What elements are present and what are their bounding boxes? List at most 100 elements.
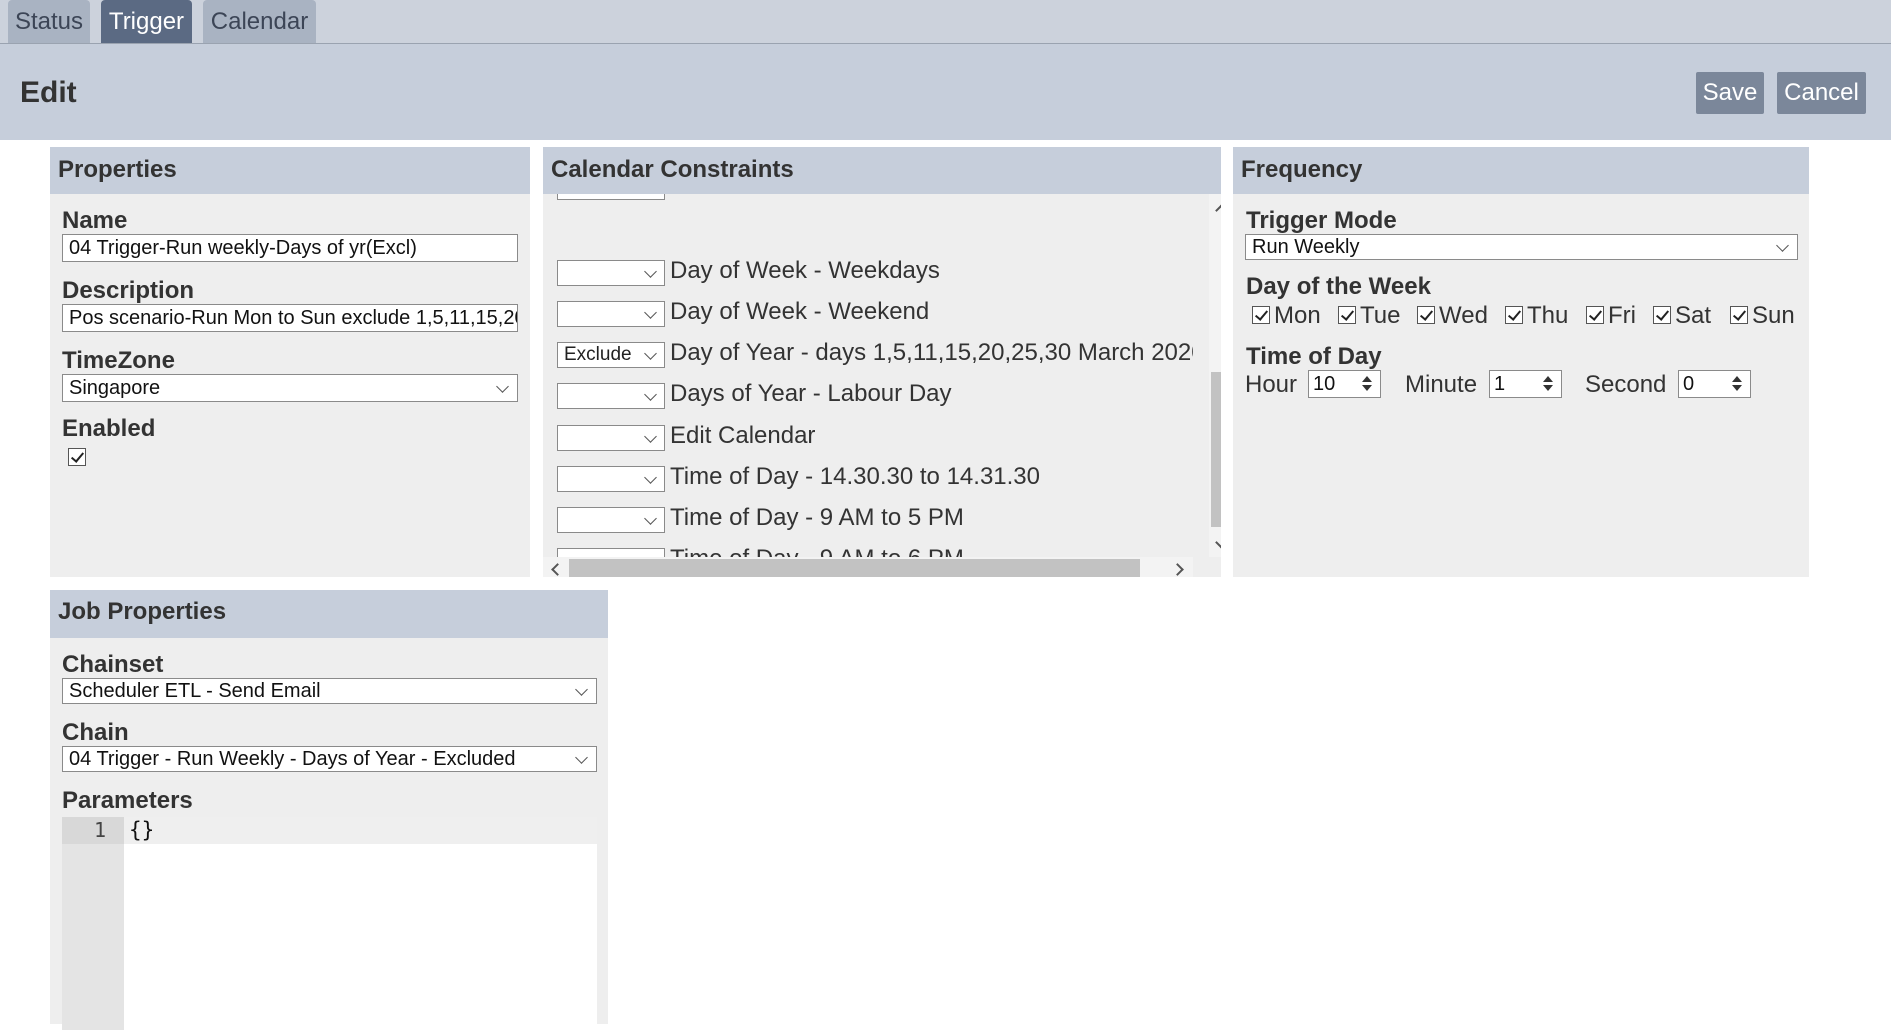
job-properties-header: Job Properties [50,590,608,638]
thu-checkbox[interactable] [1505,306,1523,324]
sun-label: Sun [1752,302,1795,329]
constraint-mode-select[interactable] [557,383,665,409]
trigger-mode-value: Run Weekly [1252,236,1360,258]
constraint-mode-select[interactable] [557,507,665,533]
tab-bar: Status Trigger Calendar [0,0,1891,44]
chevron-down-icon [496,380,509,393]
constraint-mode-select[interactable] [557,425,665,451]
page-title: Edit [20,76,77,109]
constraint-label: Day of Week - Weekdays [670,257,940,284]
chevron-down-icon [644,512,657,525]
tue-checkbox[interactable] [1338,306,1356,324]
chevron-down-icon [644,347,657,360]
thu-label: Thu [1527,302,1569,329]
tab-trigger[interactable]: Trigger [101,0,192,43]
fri-label: Fri [1608,302,1636,329]
constraint-mode-select[interactable] [557,466,665,492]
scrollbar-thumb[interactable] [569,559,1140,577]
chevron-down-icon [644,306,657,319]
hour-stepper[interactable]: 10 [1308,370,1381,398]
properties-header: Properties [50,147,530,194]
cancel-button[interactable]: Cancel [1777,72,1866,114]
constraint-label: Time of Day - 14.30.30 to 14.31.30 [670,463,1040,490]
constraint-label: Time of Day - 9 AM to 6 PM [670,545,964,557]
chevron-down-icon [644,430,657,443]
chainset-value: Scheduler ETL - Send Email [69,680,321,702]
chain-select[interactable]: 04 Trigger - Run Weekly - Days of Year -… [62,746,597,772]
minute-label: Minute [1405,371,1478,398]
constraint-label: Edit Calendar [670,422,816,449]
chain-label: Chain [62,719,129,746]
chevron-down-icon [575,751,588,764]
second-value: 0 [1683,373,1695,395]
check-icon [1655,307,1670,321]
spin-arrows-icon[interactable] [1541,375,1555,393]
wed-checkbox[interactable] [1417,306,1435,324]
editor-active-line[interactable]: {} [124,817,597,844]
description-input[interactable]: Pos scenario-Run Mon to Sun exclude 1,5,… [62,304,518,332]
spin-arrows-icon[interactable] [1360,375,1374,393]
frequency-title: Frequency [1241,156,1363,183]
constraint-mode-select[interactable] [557,301,665,327]
calendar-constraints-title: Calendar Constraints [551,156,794,183]
constraint-label: Time of Day - 9 AM to 5 PM [670,504,964,531]
trigger-mode-select[interactable]: Run Weekly [1245,234,1798,260]
hour-value: 10 [1313,373,1336,395]
constraint-mode-select[interactable] [557,194,665,200]
chevron-down-icon [1776,239,1789,252]
sat-checkbox[interactable] [1653,306,1671,324]
mon-label: Mon [1274,302,1321,329]
check-icon [1732,307,1747,321]
timezone-select[interactable]: Singapore [62,374,518,402]
tab-calendar[interactable]: Calendar [203,0,316,43]
code-text: {} [129,818,155,842]
spin-arrows-icon[interactable] [1730,375,1744,393]
wed-label: Wed [1439,302,1488,329]
vertical-scrollbar[interactable] [1209,194,1221,557]
check-icon [70,449,85,463]
timezone-value: Singapore [69,377,161,399]
check-icon [1419,307,1434,321]
save-button[interactable]: Save [1696,72,1764,114]
trigger-mode-label: Trigger Mode [1246,207,1397,234]
name-label: Name [62,207,128,234]
check-icon [1507,307,1522,321]
check-icon [1340,307,1355,321]
tue-label: Tue [1360,302,1401,329]
constraint-mode-select[interactable]: Exclude [557,342,665,368]
gutter-active-line: 1 [62,817,124,844]
properties-title: Properties [58,156,177,183]
tab-status[interactable]: Status [8,0,90,43]
properties-panel: Properties Name 04 Trigger-Run weekly-Da… [50,147,530,577]
frequency-header: Frequency [1233,147,1809,194]
calendar-constraints-header: Calendar Constraints [543,147,1221,194]
chainset-select[interactable]: Scheduler ETL - Send Email [62,678,597,704]
chevron-up-icon[interactable] [1215,204,1221,217]
chevron-down-icon[interactable] [1215,536,1221,549]
chevron-down-icon [575,683,588,696]
day-of-week-label: Day of the Week [1246,273,1431,300]
timezone-label: TimeZone [62,347,175,374]
parameters-editor[interactable]: 1 {} [62,817,597,1030]
constraint-mode-value: Exclude [564,344,632,365]
job-properties-panel: Job Properties Chainset Scheduler ETL - … [50,590,608,1030]
fri-checkbox[interactable] [1586,306,1604,324]
name-input[interactable]: 04 Trigger-Run weekly-Days of yr(Excl) [62,234,518,262]
chevron-left-icon[interactable] [551,563,564,576]
sun-checkbox[interactable] [1730,306,1748,324]
constraint-mode-select[interactable] [557,260,665,286]
minute-value: 1 [1494,373,1506,395]
horizontal-scrollbar[interactable] [543,557,1193,577]
job-properties-title: Job Properties [58,598,227,625]
chevron-right-icon[interactable] [1171,563,1184,576]
second-stepper[interactable]: 0 [1678,370,1751,398]
minute-stepper[interactable]: 1 [1489,370,1562,398]
enabled-checkbox[interactable] [68,448,86,466]
calendar-constraints-list[interactable]: Day of Week - Weekdays Day of Week - Wee… [543,194,1193,557]
mon-checkbox[interactable] [1252,306,1270,324]
scrollbar-thumb[interactable] [1211,372,1221,527]
constraint-mode-select[interactable] [557,548,665,557]
sat-label: Sat [1675,302,1712,329]
chevron-down-icon [644,388,657,401]
edit-header: Edit Save Cancel [0,44,1891,140]
